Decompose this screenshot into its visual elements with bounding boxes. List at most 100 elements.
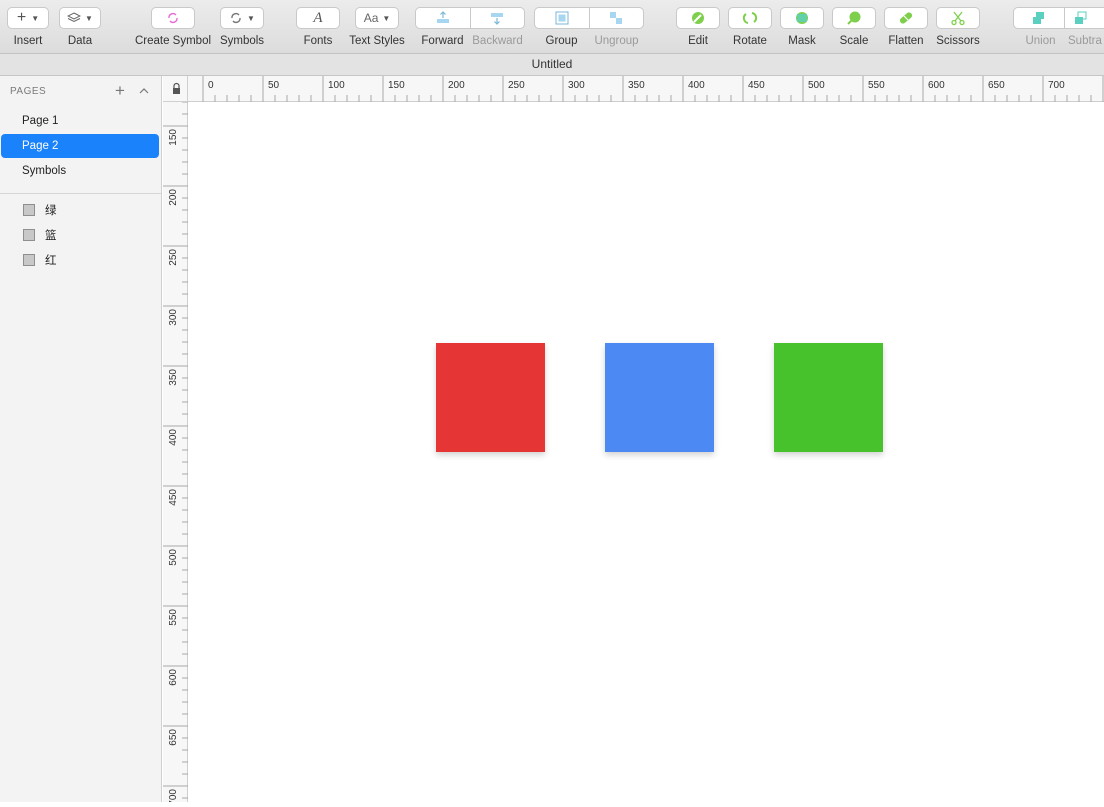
- layer-item-green[interactable]: 绿: [23, 202, 57, 218]
- ruler-label: 250: [168, 249, 179, 266]
- insert-label: Insert: [14, 35, 43, 47]
- chevron-up-icon[interactable]: [137, 84, 151, 98]
- rotate-icon: [742, 10, 758, 26]
- fonts-tool[interactable]: A Fonts: [296, 0, 340, 54]
- ruler-label: 50: [268, 80, 280, 91]
- green-rectangle[interactable]: [774, 343, 883, 452]
- blue-rectangle[interactable]: [605, 343, 714, 452]
- scissors-tool[interactable]: Scissors: [936, 0, 980, 54]
- ruler-label: 700: [1048, 80, 1065, 91]
- edit-button[interactable]: [676, 7, 720, 29]
- flatten-tool[interactable]: Flatten: [884, 0, 928, 54]
- ruler-label: 450: [748, 80, 765, 91]
- window-title: Untitled: [0, 54, 1104, 76]
- scissors-icon: [950, 10, 966, 26]
- scale-button[interactable]: [832, 7, 876, 29]
- sidebar: PAGES + Page 1 Page 2 Symbols 绿 篮 红: [0, 76, 162, 802]
- text-styles-tool[interactable]: Aa ▼ Text Styles: [348, 0, 406, 54]
- red-rectangle[interactable]: [436, 343, 545, 452]
- subtract-label: Subtra: [1068, 35, 1104, 47]
- symbol-icon: [229, 11, 243, 25]
- group-icon: [554, 11, 570, 25]
- layer-name: 篮: [45, 227, 57, 243]
- ungroup-button[interactable]: [589, 8, 644, 28]
- ruler-label: 300: [568, 80, 585, 91]
- ruler-label: 400: [168, 429, 179, 446]
- ungroup-label: Ungroup: [589, 35, 644, 47]
- ruler-label: 450: [168, 489, 179, 506]
- forward-button[interactable]: [416, 8, 470, 28]
- vertical-ruler-scale: 150200250300350400450500550600650700: [163, 102, 188, 802]
- text-styles-icon: Aa: [364, 11, 379, 25]
- lock-icon[interactable]: [163, 76, 188, 102]
- rotate-button[interactable]: [728, 7, 772, 29]
- ruler-label: 300: [168, 309, 179, 326]
- flatten-icon: [898, 10, 914, 26]
- insert-button[interactable]: + ▼: [7, 7, 49, 29]
- symbol-icon: [166, 11, 180, 25]
- group-button[interactable]: [535, 8, 589, 28]
- group-label: Group: [534, 35, 589, 47]
- toolbar: + ▼ Insert ▼ Data Create Symbol: [0, 0, 1104, 54]
- create-symbol-button[interactable]: [151, 7, 195, 29]
- edit-tool[interactable]: Edit: [676, 0, 720, 54]
- font-icon: A: [313, 10, 322, 27]
- layer-name: 绿: [45, 202, 57, 218]
- ruler-label: 500: [808, 80, 825, 91]
- vertical-ruler[interactable]: 150200250300350400450500550600650700: [163, 102, 188, 802]
- layer-name: 红: [45, 252, 57, 268]
- backward-label: Backward: [470, 35, 525, 47]
- page-item-symbols[interactable]: Symbols: [1, 159, 159, 183]
- edit-icon: [690, 10, 706, 26]
- data-button[interactable]: ▼: [59, 7, 101, 29]
- boolean-segment: [1013, 7, 1104, 29]
- backward-button[interactable]: [470, 8, 525, 28]
- insert-tool[interactable]: + ▼ Insert: [6, 0, 50, 54]
- ruler-label: 200: [448, 80, 465, 91]
- sidebar-divider: [0, 193, 161, 194]
- rectangle-icon: [23, 204, 35, 216]
- add-page-icon[interactable]: +: [115, 81, 125, 101]
- boolean-tool: Union Subtra: [1013, 0, 1104, 54]
- rectangle-icon: [23, 229, 35, 241]
- symbols-label: Symbols: [220, 35, 264, 47]
- canvas[interactable]: [189, 102, 1104, 802]
- symbols-tool[interactable]: ▼ Symbols: [219, 0, 265, 54]
- mask-label: Mask: [788, 35, 815, 47]
- arrange-segment: [415, 7, 525, 29]
- layer-item-red[interactable]: 红: [23, 252, 57, 268]
- scale-tool[interactable]: Scale: [832, 0, 876, 54]
- ruler-label: 400: [688, 80, 705, 91]
- fonts-label: Fonts: [304, 35, 333, 47]
- ruler-label: 350: [168, 369, 179, 386]
- mask-button[interactable]: [780, 7, 824, 29]
- page-item-page-1[interactable]: Page 1: [1, 109, 159, 133]
- ruler-label: 200: [168, 189, 179, 206]
- text-styles-label: Text Styles: [349, 35, 405, 47]
- ruler-label: 700: [168, 789, 179, 802]
- edit-label: Edit: [688, 35, 708, 47]
- ruler-label: 350: [628, 80, 645, 91]
- horizontal-ruler[interactable]: 0501001502002503003504004505005506006507…: [188, 76, 1104, 102]
- rotate-tool[interactable]: Rotate: [728, 0, 772, 54]
- subtract-button[interactable]: [1064, 8, 1104, 28]
- horizontal-ruler-scale: 0501001502002503003504004505005506006507…: [188, 76, 1104, 102]
- ruler-label: 650: [168, 729, 179, 746]
- union-button[interactable]: [1014, 8, 1064, 28]
- fonts-button[interactable]: A: [296, 7, 340, 29]
- text-styles-button[interactable]: Aa ▼: [355, 7, 399, 29]
- symbols-button[interactable]: ▼: [220, 7, 264, 29]
- data-tool[interactable]: ▼ Data: [58, 0, 102, 54]
- create-symbol-tool[interactable]: Create Symbol: [131, 0, 215, 54]
- union-label: Union: [1013, 35, 1068, 47]
- page-item-page-2[interactable]: Page 2: [1, 134, 159, 158]
- subtract-icon: [1073, 11, 1089, 25]
- flatten-button[interactable]: [884, 7, 928, 29]
- layer-item-blue[interactable]: 篮: [23, 227, 57, 243]
- ruler-label: 150: [168, 129, 179, 146]
- mask-tool[interactable]: Mask: [780, 0, 824, 54]
- scissors-button[interactable]: [936, 7, 980, 29]
- ruler-label: 100: [328, 80, 345, 91]
- ruler-label: 550: [168, 609, 179, 626]
- ruler-label: 150: [388, 80, 405, 91]
